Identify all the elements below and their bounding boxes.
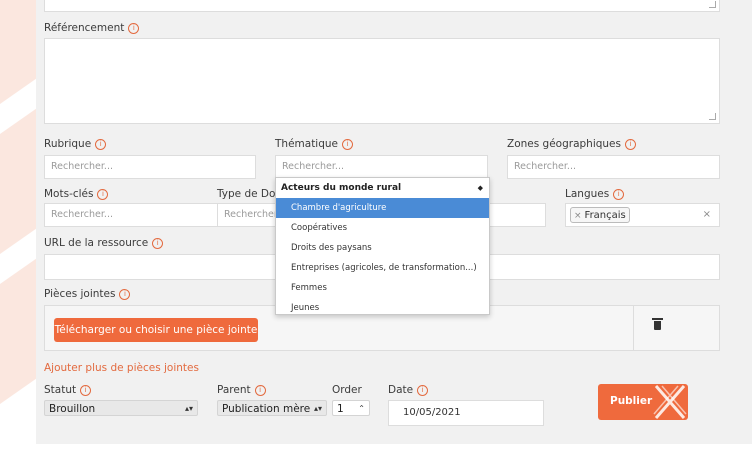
resize-handle-icon[interactable] (709, 113, 716, 120)
dropdown-item[interactable]: Entreprises (agricoles, de transformatio… (276, 258, 489, 278)
dropdown-item[interactable]: Droits des paysans (276, 238, 489, 258)
referencement-label-text: Référencement (44, 22, 125, 34)
date-label: Date i (388, 384, 429, 396)
zones-label-text: Zones géographiques (507, 138, 621, 150)
tag-remove-icon[interactable]: × (574, 211, 582, 221)
background-decoration (0, 105, 40, 255)
language-tag[interactable]: × Français (570, 207, 630, 223)
url-label: URL de la ressource i (44, 237, 164, 249)
thematique-label: Thématique i (275, 138, 354, 150)
typedoc-search-input-right[interactable] (488, 203, 546, 227)
select-arrows-icon: ▴▾ (313, 404, 322, 413)
thematique-search-input[interactable]: Rechercher... (275, 155, 488, 179)
order-value: 1 (337, 403, 344, 415)
parent-value: Publication mère (222, 403, 311, 415)
publish-button[interactable]: Publier (598, 384, 688, 420)
info-icon[interactable]: i (613, 189, 625, 200)
zones-search-input[interactable]: Rechercher... (507, 155, 720, 179)
date-input[interactable]: 10/05/2021 (388, 400, 544, 426)
publish-cross-icon (653, 385, 687, 419)
statut-label: Statut i (44, 384, 92, 396)
langues-select[interactable]: × Français × (565, 203, 720, 227)
select-arrows-icon: ▴▾ (184, 404, 193, 413)
referencement-label: Référencement i (44, 22, 140, 34)
info-icon[interactable]: i (254, 385, 266, 396)
info-icon[interactable]: i (97, 189, 109, 200)
info-icon[interactable]: i (417, 385, 429, 396)
language-tag-text: Français (584, 210, 626, 221)
info-icon[interactable]: i (95, 139, 107, 150)
rubrique-search-input[interactable]: Rechercher... (44, 155, 256, 179)
info-icon[interactable]: i (625, 139, 636, 150)
publish-label: Publier (610, 395, 653, 407)
thematique-label-text: Thématique (275, 138, 339, 150)
info-icon[interactable]: i (80, 385, 92, 396)
info-icon[interactable]: i (128, 23, 140, 34)
statut-value: Brouillon (49, 403, 96, 415)
order-stepper[interactable]: 1 ⌃ (332, 400, 370, 416)
motscles-label: Mots-clés i (44, 188, 109, 200)
dropdown-group-header: Acteurs du monde rural ◆ (276, 178, 489, 198)
resize-handle-icon[interactable] (709, 1, 716, 8)
thematique-dropdown: Acteurs du monde rural ◆ Chambre d'agric… (275, 177, 490, 315)
pieces-label-text: Pièces jointes (44, 288, 116, 300)
date-label-text: Date (388, 384, 414, 396)
motscles-search-input[interactable]: Rechercher... (44, 203, 226, 227)
trash-icon[interactable] (652, 318, 663, 330)
dropdown-item[interactable]: Jeunes (276, 298, 489, 314)
order-label: Order (332, 384, 362, 396)
langues-label: Langues i (565, 188, 625, 200)
add-more-attachments-link[interactable]: Ajouter plus de pièces jointes (44, 362, 199, 374)
rubrique-label: Rubrique i (44, 138, 107, 150)
parent-label: Parent i (217, 384, 266, 396)
rubrique-label-text: Rubrique (44, 138, 92, 150)
parent-select[interactable]: Publication mère ▴▾ (217, 400, 327, 416)
referencement-textarea[interactable] (44, 38, 720, 124)
parent-label-text: Parent (217, 384, 251, 396)
stepper-arrows-icon[interactable]: ⌃ (358, 401, 365, 417)
caret-icon: ◆ (477, 184, 483, 192)
url-label-text: URL de la ressource (44, 237, 149, 249)
dropdown-item[interactable]: Chambre d'agriculture (276, 198, 489, 218)
background-decoration (0, 0, 40, 105)
zones-label: Zones géographiques i (507, 138, 636, 150)
previous-textarea[interactable] (44, 0, 720, 12)
info-icon[interactable]: i (119, 289, 131, 300)
dropdown-group-label: Acteurs du monde rural (281, 183, 402, 193)
info-icon[interactable]: i (152, 238, 164, 249)
dropdown-item[interactable]: Femmes (276, 278, 489, 298)
dropdown-item[interactable]: Coopératives (276, 218, 489, 238)
info-icon[interactable]: i (342, 139, 354, 150)
statut-select[interactable]: Brouillon ▴▾ (44, 400, 198, 416)
typedoc-search-input[interactable]: Rechercher... (217, 203, 286, 227)
motscles-label-text: Mots-clés (44, 188, 94, 200)
clear-icon[interactable]: × (703, 204, 711, 226)
divider (633, 306, 634, 350)
statut-label-text: Statut (44, 384, 77, 396)
pieces-label: Pièces jointes i (44, 288, 131, 300)
upload-attachment-button[interactable]: Télécharger ou choisir une pièce jointe (54, 318, 258, 342)
langues-label-text: Langues (565, 188, 610, 200)
background-decoration (0, 255, 40, 405)
